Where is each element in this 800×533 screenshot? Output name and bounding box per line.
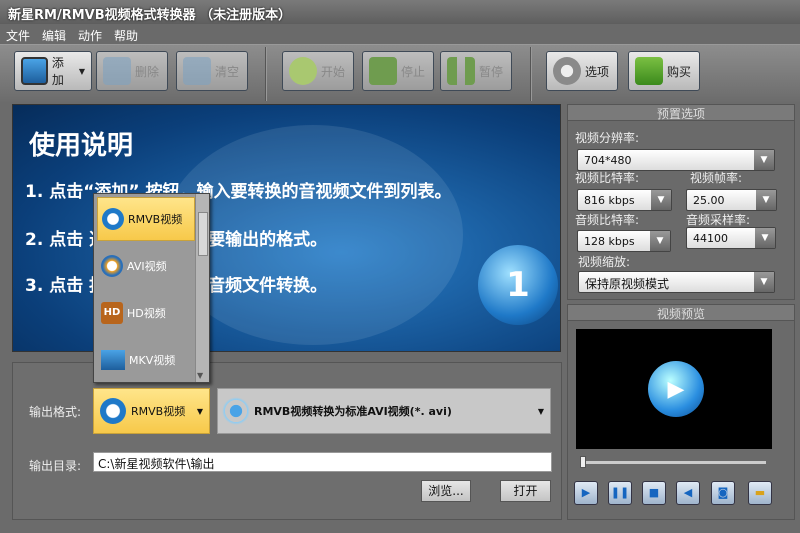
badge-icon: 1 [478, 245, 558, 325]
rmvb-icon [102, 208, 124, 230]
snapshot-button[interactable]: ◙ [711, 481, 735, 505]
output-format-label: 输出格式: [29, 405, 82, 419]
chevron-down-icon: ▼ [651, 190, 671, 210]
folder-button[interactable]: ▬ [748, 481, 772, 505]
format-option-mkv[interactable]: MKV视频 [97, 338, 195, 382]
options-button[interactable]: 选项 [546, 51, 618, 91]
menu-bar: 文件 编辑 动作 帮助 [0, 24, 800, 44]
output-dir-label: 输出目录: [29, 459, 82, 473]
audio-bitrate-select[interactable]: 128 kbps ▼ [577, 230, 671, 252]
browse-button[interactable]: 浏览... [421, 480, 471, 502]
toolbar-divider [530, 47, 532, 101]
start-button[interactable]: 开始 [282, 51, 354, 91]
add-button[interactable]: 添加 ▼ [14, 51, 92, 91]
output-dir-input[interactable]: C:\新星视频软件\输出 [93, 452, 552, 472]
output-profile-select[interactable]: RMVB视频转换为标准AVI视频(*. avi) ▼ [217, 388, 551, 434]
preset-panel: 预置选项 视频分辨率: 704*480 ▼ 视频比特率: 视频帧率: 816 kb… [567, 104, 795, 300]
menu-edit[interactable]: 编辑 [42, 27, 66, 43]
format-option-hd[interactable]: HD HD视频 [97, 291, 195, 335]
preset-title: 预置选项 [568, 105, 794, 121]
scale-select[interactable]: 保持原视频模式 ▼ [578, 271, 775, 293]
stop-preview-button[interactable]: ■ [642, 481, 666, 505]
volume-button[interactable]: ◀ [676, 481, 700, 505]
play-button[interactable]: ▶ [574, 481, 598, 505]
toolbar-divider [265, 47, 267, 101]
audio-bitrate-label: 音频比特率: [575, 213, 640, 227]
scrollbar[interactable]: ▼ [195, 194, 209, 382]
refresh-icon [289, 57, 317, 85]
clear-button[interactable]: 清空 [176, 51, 248, 91]
pause-button[interactable]: 暂停 [440, 51, 512, 91]
resolution-select[interactable]: 704*480 ▼ [577, 149, 775, 171]
menu-help[interactable]: 帮助 [114, 27, 138, 43]
stop-icon [369, 57, 397, 85]
chevron-down-icon: ▼ [754, 272, 774, 292]
format-dropdown-list: RMVB视频 AVI视频 HD HD视频 MKV视频 ▼ [93, 193, 210, 383]
film-clear-icon [183, 57, 211, 85]
seek-handle[interactable] [580, 456, 586, 468]
title-bar: 新星RM/RMVB视频格式转换器 （未注册版本） [0, 0, 800, 24]
chevron-down-icon: ▼ [78, 66, 85, 76]
chevron-down-icon: ▼ [755, 228, 775, 248]
delete-button[interactable]: 删除 [96, 51, 168, 91]
chevron-down-icon: ▼ [650, 231, 670, 251]
sample-rate-label: 音频采样率: [686, 213, 751, 227]
pause-icon [447, 57, 475, 85]
menu-file[interactable]: 文件 [6, 27, 30, 43]
gear-icon [553, 57, 581, 85]
profile-icon [222, 397, 250, 425]
chevron-down-icon: ▼ [754, 150, 774, 170]
film-delete-icon [103, 57, 131, 85]
sample-rate-select[interactable]: 44100 ▼ [686, 227, 776, 249]
format-option-avi[interactable]: AVI视频 [97, 244, 195, 288]
scrollbar-thumb[interactable] [198, 212, 208, 256]
chevron-down-icon: ▼ [196, 406, 203, 416]
fps-select[interactable]: 25.00 ▼ [686, 189, 777, 211]
resolution-label: 视频分辨率: [575, 131, 640, 145]
shopping-cart-icon [635, 57, 663, 85]
toolbar: 添加 ▼ 删除 清空 开始 停止 暂停 选项 购买 [0, 44, 800, 102]
step-1: 1. 点击“添加” 按钮，输入要转换的音视频文件到列表。 [25, 182, 452, 202]
output-format-select[interactable]: RMVB视频 ▼ [93, 388, 210, 434]
menu-action[interactable]: 动作 [78, 27, 102, 43]
play-icon[interactable]: ▶ [648, 361, 704, 417]
rmvb-icon [100, 398, 126, 424]
fps-label: 视频帧率: [690, 171, 743, 185]
pause-preview-button[interactable]: ❚❚ [608, 481, 632, 505]
scroll-down-icon[interactable]: ▼ [197, 371, 203, 380]
hd-icon: HD [101, 302, 123, 324]
video-bitrate-select[interactable]: 816 kbps ▼ [577, 189, 672, 211]
avi-play-icon [101, 255, 123, 277]
film-add-icon [21, 57, 48, 85]
banner-title: 使用说明 [29, 131, 134, 161]
seek-slider[interactable] [580, 461, 766, 464]
buy-button[interactable]: 购买 [628, 51, 700, 91]
stop-button[interactable]: 停止 [362, 51, 434, 91]
video-bitrate-label: 视频比特率: [575, 171, 640, 185]
output-panel: 输出格式: RMVB视频 ▼ RMVB视频转换为标准AVI视频(*. avi) … [12, 362, 562, 520]
film-icon [101, 350, 125, 370]
chevron-down-icon: ▼ [537, 406, 544, 416]
chevron-down-icon: ▼ [756, 190, 776, 210]
preview-panel: 视频预览 ▶ ▶ ❚❚ ■ ◀ ◙ ▬ [567, 304, 795, 520]
video-screen: ▶ [576, 329, 772, 449]
scale-label: 视频缩放: [578, 255, 631, 269]
format-option-rmvb[interactable]: RMVB视频 [97, 197, 195, 241]
preview-title: 视频预览 [568, 305, 794, 321]
open-button[interactable]: 打开 [500, 480, 551, 502]
